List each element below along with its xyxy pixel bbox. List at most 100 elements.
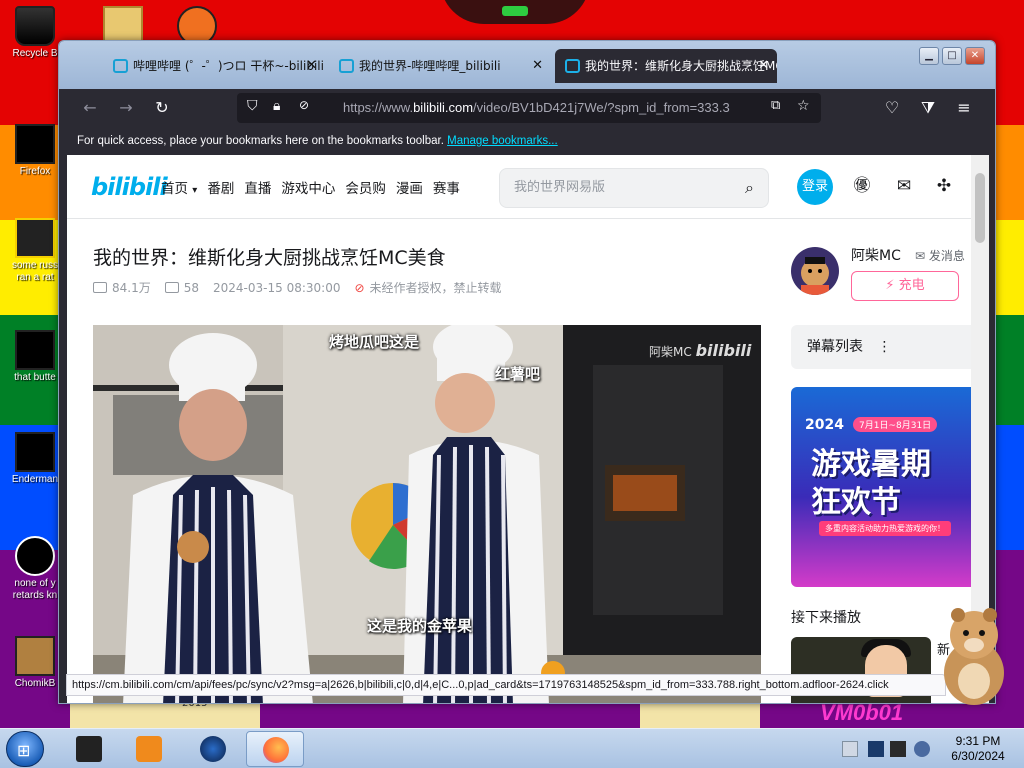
- firefox-icon: [15, 124, 55, 164]
- site-header: bilibili 首页 ▾ 番剧 直播 游戏中心 会员购 漫画 赛事 我的世界网…: [67, 155, 971, 219]
- file-icon: [15, 330, 55, 370]
- menu-icon[interactable]: ≡: [953, 97, 975, 119]
- desktop-icon-enderman[interactable]: Enderman: [4, 432, 66, 486]
- media-player-icon: [136, 736, 162, 762]
- copyright-notice: ⊘ 未经作者授权，禁止转载: [354, 280, 502, 296]
- taskbar-app-terminal[interactable]: [60, 731, 118, 767]
- search-input[interactable]: 我的世界网易版 ⌕: [499, 168, 769, 208]
- system-clock[interactable]: 9:31 PM 6/30/2024: [938, 734, 1018, 764]
- volume-icon[interactable]: [914, 741, 930, 757]
- hamster-sticker: [944, 608, 1004, 705]
- video-meta: 84.1万 58 2024-03-15 08:30:00 ⊘ 未经作者授权，禁止转…: [93, 279, 502, 296]
- close-tab-icon[interactable]: ✕: [758, 49, 769, 83]
- bilibili-logo[interactable]: bilibili: [91, 173, 168, 201]
- forward-button[interactable]: →: [115, 97, 137, 119]
- search-icon[interactable]: ⌕: [745, 178, 754, 198]
- tab-minecraft-search[interactable]: 我的世界-哔哩哔哩_bilibili ✕: [329, 49, 551, 83]
- desktop-icon-file-2[interactable]: that butte: [4, 330, 66, 384]
- bilibili-favicon-icon: [565, 59, 580, 73]
- desktop-icon-chomik[interactable]: ChomikB: [4, 636, 66, 690]
- taskbar-app-firefox[interactable]: [246, 731, 304, 767]
- tab-bilibili-home[interactable]: 哔哩哔哩 (゜-゜)つロ 干杯~-bilibili ✕: [103, 49, 325, 83]
- bilibili-favicon-icon: [339, 59, 354, 73]
- video-player[interactable]: 烤地瓜吧这是 红薯吧 这是我的金苹果 阿柴MC bilibili: [93, 325, 761, 703]
- link-status-bar: https://cm.bilibili.com/cm/api/fees/pc/s…: [66, 674, 946, 696]
- danmaku-count: 58: [164, 281, 199, 295]
- navigation-toolbar: ← → ↻ ⛉ 🔒︎ ⊘ https://www.bilibili.com/vi…: [67, 89, 989, 127]
- title-bar: 哔哩哔哩 (゜-゜)つロ 干杯~-bilibili ✕ 我的世界-哔哩哔哩_bi…: [59, 41, 995, 89]
- taskbar: ⊞ 9:31 PM 6/30/2024: [0, 728, 1024, 768]
- prohibited-icon: ⊘: [354, 280, 365, 295]
- file-icon: [15, 536, 55, 576]
- danmaku-list-toggle[interactable]: 弹幕列表 ⋮: [791, 325, 971, 369]
- taskbar-app-media-player[interactable]: [120, 731, 178, 767]
- windows-logo-icon: ⊞: [17, 741, 31, 760]
- file-icon: [15, 218, 55, 258]
- login-button[interactable]: 登录: [797, 169, 833, 205]
- vip-icon[interactable]: ㊝: [851, 175, 873, 197]
- nav-shop[interactable]: 会员购: [345, 177, 386, 197]
- lock-icon[interactable]: 🔒︎: [273, 98, 280, 114]
- picture-in-picture-icon[interactable]: ⧉: [771, 98, 780, 113]
- hamster-file-icon: [15, 636, 55, 676]
- nav-home[interactable]: 首页 ▾: [161, 177, 197, 197]
- tab-video-active[interactable]: 我的世界：维斯化身大厨挑战烹饪MC美食 ✕: [555, 49, 777, 83]
- danmaku-comment: 红薯吧: [495, 365, 541, 383]
- send-message-link[interactable]: ✉ 发消息: [915, 247, 965, 264]
- recycle-bin-icon: [15, 6, 55, 46]
- globe-icon: [200, 736, 226, 762]
- uploader-avatar[interactable]: [791, 247, 839, 295]
- nav-anime[interactable]: 番剧: [207, 177, 234, 197]
- manage-bookmarks-link[interactable]: Manage bookmarks...: [447, 135, 558, 147]
- publish-date: 2024-03-15 08:30:00: [213, 280, 341, 295]
- nav-game-center[interactable]: 游戏中心: [281, 177, 335, 197]
- uploader-name[interactable]: 阿柴MC: [851, 245, 901, 265]
- charge-button[interactable]: ⚡ 充电: [851, 271, 959, 301]
- desktop-icon-recycle-bin[interactable]: Recycle B: [4, 6, 66, 60]
- start-button[interactable]: ⊞: [6, 731, 44, 767]
- play-icon: [93, 282, 107, 293]
- desktop-icon-firefox[interactable]: Firefox: [4, 124, 66, 178]
- close-window-button[interactable]: ✕: [965, 47, 985, 65]
- video-subtitle: 这是我的金苹果: [367, 617, 473, 635]
- mail-icon: ✉: [915, 249, 926, 263]
- taskbar-app-browser[interactable]: [184, 731, 242, 767]
- close-tab-icon[interactable]: ✕: [306, 49, 317, 83]
- url-text[interactable]: https://www.bilibili.com/video/BV1bD421j…: [343, 93, 769, 123]
- pocket-icon[interactable]: ♡: [881, 97, 903, 119]
- close-tab-icon[interactable]: ✕: [532, 49, 543, 83]
- tray-expand-icon[interactable]: [842, 741, 858, 757]
- dynamic-icon[interactable]: ✣: [933, 175, 955, 197]
- extensions-icon[interactable]: ⧩: [917, 97, 939, 119]
- reload-button[interactable]: ↻: [151, 97, 173, 119]
- video-watermark: 阿柴MC bilibili: [649, 341, 752, 360]
- shield-icon[interactable]: ⛉: [247, 98, 258, 114]
- danmaku-comment: 烤地瓜吧这是: [329, 333, 420, 351]
- firefox-icon: [263, 737, 289, 763]
- terminal-icon: [76, 736, 102, 762]
- video-title: 我的世界：维斯化身大厨挑战烹饪MC美食: [93, 247, 446, 269]
- url-bar[interactable]: ⛉ 🔒︎ ⊘ https://www.bilibili.com/video/BV…: [237, 93, 821, 123]
- view-count: 84.1万: [93, 279, 151, 296]
- minimize-button[interactable]: ▁: [919, 47, 939, 65]
- bilibili-favicon-icon: [113, 59, 128, 73]
- network-icon[interactable]: [868, 741, 884, 757]
- bookmark-star-icon[interactable]: ☆: [797, 98, 810, 114]
- ad-banner[interactable]: 2024 7月1日~8月31日 游戏暑期 狂欢节 多重内容活动助力热爱游戏的你！: [791, 387, 971, 587]
- more-options-icon: ⋮: [877, 339, 892, 355]
- desktop-icon-file-3[interactable]: none of y retards kn: [4, 536, 66, 602]
- lightning-icon: ⚡: [885, 278, 895, 293]
- danmaku-icon: [164, 282, 179, 293]
- nav-esports[interactable]: 赛事: [433, 177, 460, 197]
- back-button[interactable]: ←: [79, 97, 101, 119]
- chevron-down-icon: ▾: [192, 185, 198, 196]
- desktop-icon-file-1[interactable]: some russ ran a rat: [4, 218, 66, 284]
- system-tray: [838, 735, 938, 763]
- device-icon[interactable]: [890, 741, 906, 757]
- message-icon[interactable]: ✉: [893, 175, 915, 197]
- web-page: bilibili 首页 ▾ 番剧 直播 游戏中心 会员购 漫画 赛事 我的世界网…: [67, 155, 971, 703]
- nav-live[interactable]: 直播: [244, 177, 271, 197]
- nav-manga[interactable]: 漫画: [396, 177, 423, 197]
- maximize-button[interactable]: □: [942, 47, 962, 65]
- tracking-protection-icon[interactable]: ⊘: [299, 98, 309, 112]
